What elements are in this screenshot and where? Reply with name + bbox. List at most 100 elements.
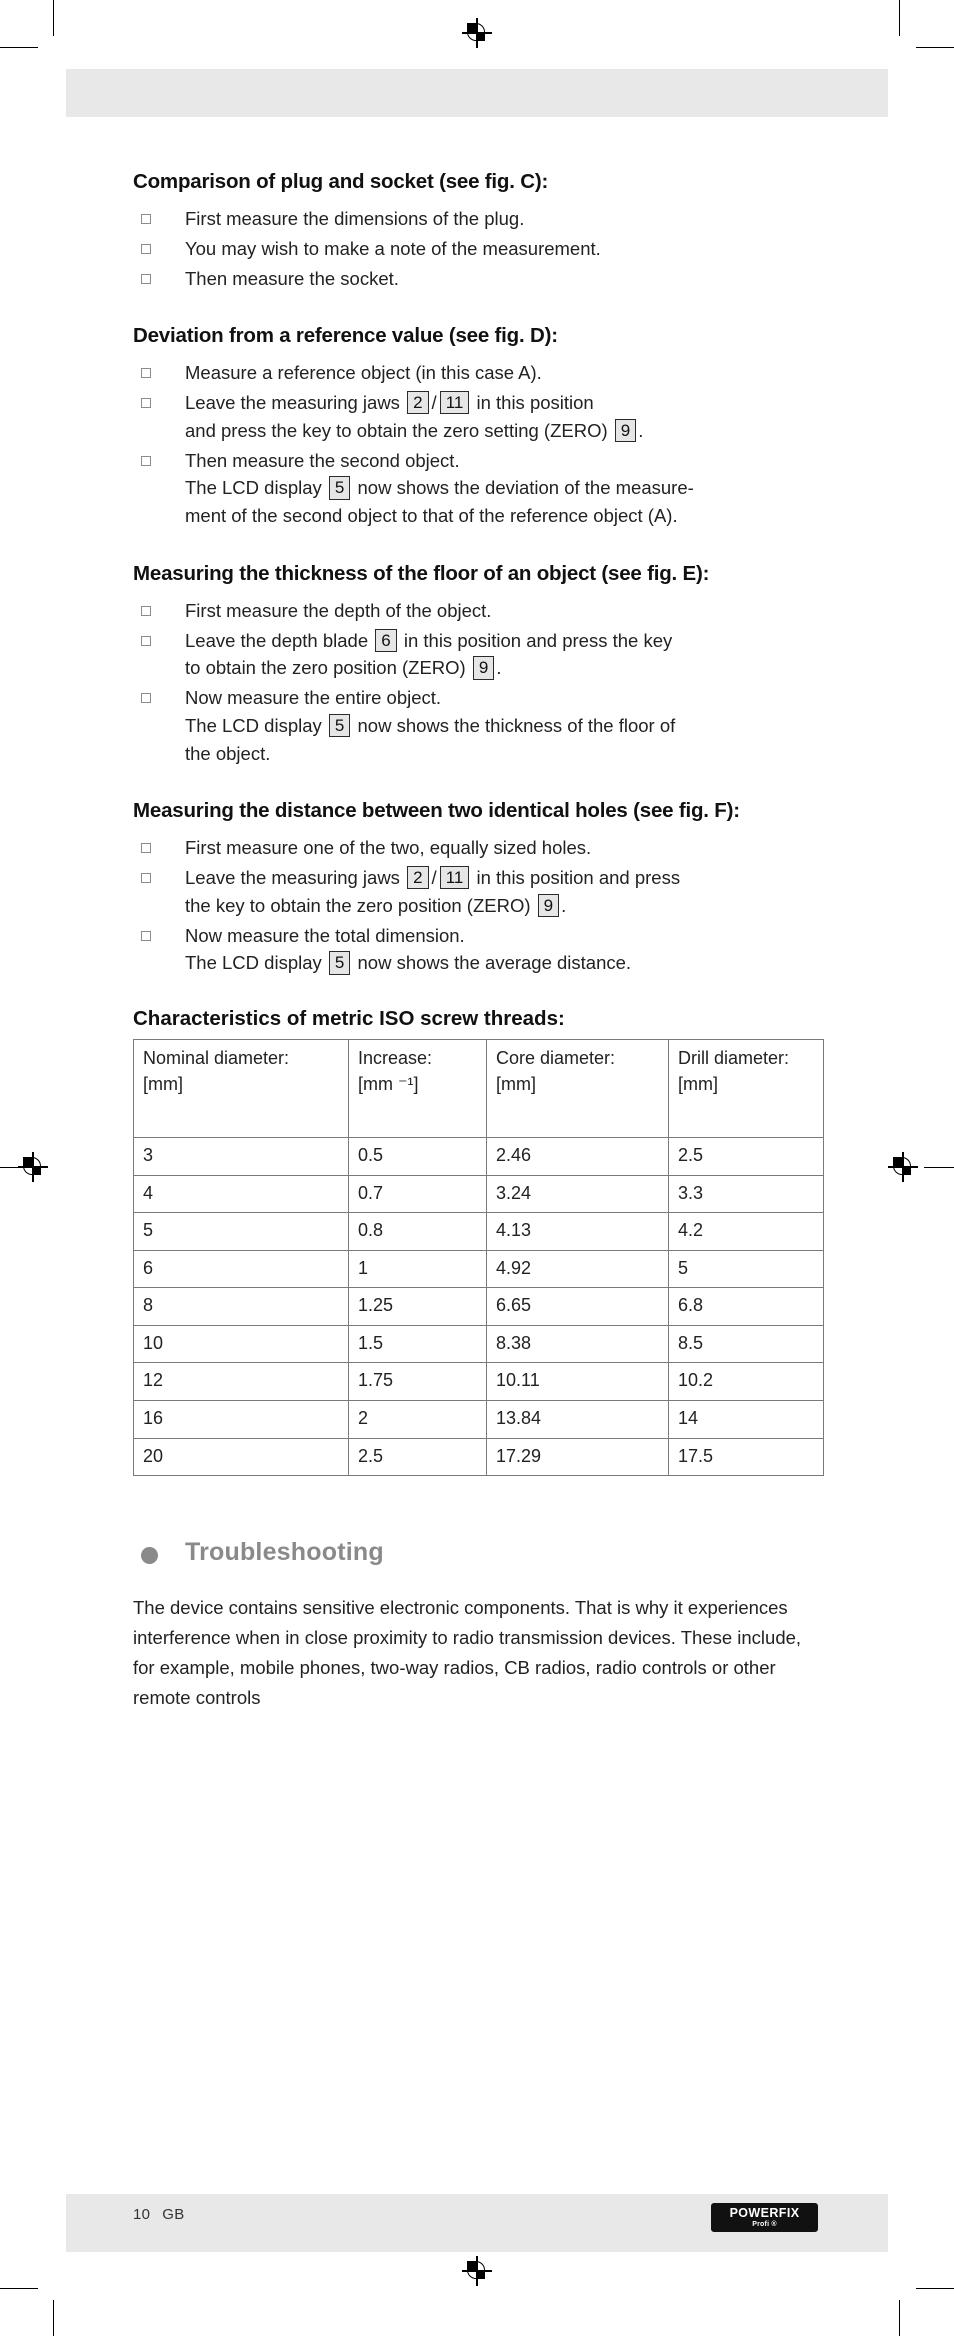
table-cell: 6	[133, 1249, 349, 1289]
instruction-block: Comparison of plug and socket (see fig. …	[133, 168, 823, 292]
table-cell: 12	[133, 1362, 349, 1402]
instruction-block: Deviation from a reference value (see fi…	[133, 322, 823, 530]
registration-mark-bottom	[462, 2256, 492, 2286]
reference-number-box: 6	[375, 628, 397, 652]
footer-page-info: 10 GB	[133, 2206, 185, 2223]
table-column-label: Core diameter:	[496, 1048, 616, 1069]
crop-mark-bottom-left-vertical	[53, 2300, 55, 2336]
reference-number-box: 5	[328, 713, 351, 738]
table-row: 16 2 13.84 14	[133, 1400, 824, 1439]
table-cell: 16	[133, 1400, 349, 1439]
table-cell: 10	[133, 1324, 349, 1364]
table-cell: 2	[348, 1400, 487, 1439]
section-heading: Measuring the distance between two ident…	[133, 799, 740, 823]
table-cell: 6.65	[486, 1287, 669, 1326]
step-item: First measure one of the two, equally si…	[133, 834, 823, 862]
table-cell: 1.75	[348, 1362, 487, 1402]
bullet-dot-icon	[141, 1547, 158, 1565]
step-list: First measure the depth of the object. Le…	[133, 597, 823, 768]
table-column-header: Core diameter: [mm]	[486, 1039, 669, 1139]
step-text: now shows the average distance.	[352, 952, 632, 974]
step-text: and press the key to obtain the zero set…	[185, 419, 613, 441]
table-row: 5 0.8 4.13 4.2	[133, 1212, 824, 1251]
section-heading: Comparison of plug and socket (see fig. …	[133, 170, 549, 193]
table-cell: 0.5	[348, 1137, 487, 1176]
crop-mark-right-middle	[924, 1167, 954, 1169]
registration-mark-left	[18, 1152, 48, 1182]
footer-language-code: GB	[162, 2206, 185, 2223]
instruction-sections: Comparison of plug and socket (see fig. …	[133, 168, 823, 977]
table-column-label: Increase:	[358, 1048, 433, 1069]
table-cell: 2.5	[668, 1137, 824, 1176]
table-cell: 1.5	[348, 1324, 487, 1364]
table-row: 8 1.25 6.65 6.8	[133, 1287, 824, 1326]
step-text: First measure one of the two, equally si…	[185, 837, 592, 859]
step-item: Then measure the socket.	[133, 265, 823, 293]
iso-thread-table: Nominal diameter: [mm] Increase: [mm ⁻¹] Cor…	[133, 1039, 824, 1477]
table-cell: 1.25	[348, 1287, 487, 1326]
table-column-unit: [mm]	[678, 1073, 718, 1094]
table-column-label: Drill diameter:	[678, 1048, 790, 1069]
table-cell: 2.5	[348, 1437, 487, 1477]
reference-number-box: 2	[407, 866, 429, 890]
step-text: the object.	[185, 742, 271, 764]
square-bullet-icon	[141, 873, 151, 884]
step-text: in this position	[471, 392, 594, 414]
table-column-header: Increase: [mm ⁻¹]	[348, 1039, 487, 1139]
square-bullet-icon	[141, 843, 151, 854]
reference-number-box: 5	[328, 951, 351, 975]
step-item: First measure the depth of the object.	[133, 597, 823, 625]
step-text: Now measure the entire object.	[185, 687, 442, 709]
step-text: First measure the depth of the object.	[185, 599, 492, 621]
reference-separator: /	[431, 392, 437, 414]
crop-mark-top-right-horizontal	[916, 47, 954, 49]
table-cell: 10.11	[486, 1362, 669, 1402]
footer-page-number: 10	[133, 2206, 151, 2223]
crop-mark-bottom-left-horizontal	[0, 2288, 38, 2290]
table-cell: 1	[348, 1249, 487, 1289]
table-heading: Characteristics of metric ISO screw thre…	[133, 1007, 565, 1031]
step-item: Leave the measuring jaws 2/11 in this po…	[133, 864, 823, 920]
square-bullet-icon	[141, 693, 151, 704]
step-item: You may wish to make a note of the measu…	[133, 235, 823, 263]
step-text: Now measure the total dimension.	[185, 924, 465, 946]
square-bullet-icon	[141, 455, 151, 466]
registration-mark-right	[888, 1152, 918, 1182]
table-row: 20 2.5 17.29 17.5	[133, 1437, 824, 1477]
table-cell: 17.29	[486, 1437, 669, 1477]
square-bullet-icon	[141, 243, 151, 254]
table-column-label: Nominal diameter:	[143, 1048, 290, 1069]
table-row: 10 1.5 8.38 8.5	[133, 1324, 824, 1364]
step-text: Measure a reference object (in this case…	[185, 362, 542, 384]
step-text: Leave the depth blade	[185, 629, 374, 651]
table-cell: 8.5	[668, 1324, 824, 1364]
table-column-unit: [mm]	[143, 1073, 183, 1094]
step-list: Measure a reference object (in this case…	[133, 359, 823, 530]
table-cell: 3.24	[486, 1174, 669, 1214]
instruction-block: Measuring the thickness of the floor of …	[133, 560, 823, 768]
table-cell: 13.84	[486, 1400, 669, 1439]
table-cell: 4.13	[486, 1212, 669, 1251]
step-text: .	[496, 657, 502, 679]
square-bullet-icon	[141, 398, 151, 409]
header-band	[66, 69, 888, 117]
troubleshooting-section: Troubleshooting The device contains sens…	[133, 1538, 823, 1713]
step-item: Then measure the second object. The LCD d…	[133, 447, 823, 530]
step-item: Now measure the entire object. The LCD di…	[133, 684, 823, 767]
step-text: Leave the measuring jaws	[185, 867, 406, 889]
table-cell: 20	[133, 1437, 349, 1477]
table-column-unit: [mm ⁻¹]	[358, 1073, 419, 1094]
registration-mark-top	[462, 18, 492, 48]
table-cell: 4.2	[668, 1212, 824, 1251]
table-row: 4 0.7 3.24 3.3	[133, 1174, 824, 1214]
step-text: You may wish to make a note of the measu…	[185, 237, 601, 259]
table-column-header: Nominal diameter: [mm]	[133, 1039, 349, 1139]
troubleshooting-paragraph: The device contains sensitive electronic…	[133, 1597, 802, 1709]
crop-mark-bottom-right-horizontal	[916, 2288, 954, 2290]
table-cell: 5	[133, 1212, 349, 1251]
step-text: Leave the measuring jaws	[185, 392, 406, 414]
crop-mark-top-left-vertical	[53, 0, 55, 36]
square-bullet-icon	[141, 930, 151, 941]
table-cell: 0.7	[348, 1174, 487, 1214]
step-item: First measure the dimensions of the plug…	[133, 205, 823, 233]
